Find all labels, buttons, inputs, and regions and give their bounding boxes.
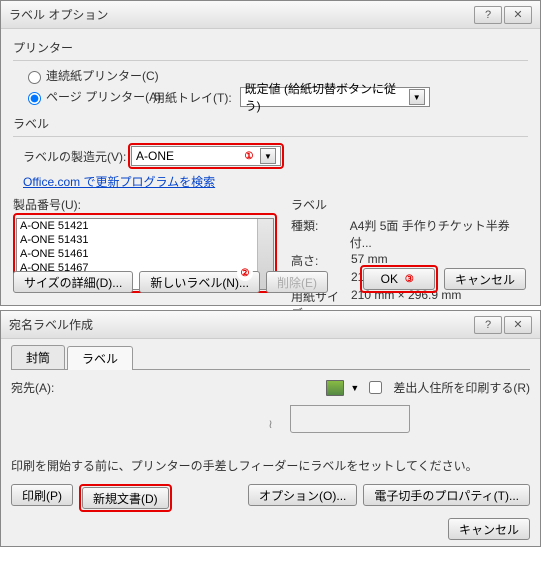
titlebar: ラベル オプション ? ✕ — [1, 1, 540, 29]
close-button[interactable]: ✕ — [504, 6, 532, 24]
update-link[interactable]: Office.com で更新プログラムを検索 — [23, 173, 215, 190]
badge-3: ③ — [401, 271, 417, 287]
snip-glyph: ≀ — [268, 417, 273, 431]
option-button[interactable]: オプション(O)... — [248, 484, 357, 506]
dialog-title: ラベル オプション — [9, 6, 474, 23]
preview-box — [290, 405, 410, 433]
list-item[interactable]: A-ONE 51461 — [17, 247, 273, 261]
dialog2-title: 宛名ラベル作成 — [9, 316, 474, 333]
estamp-button[interactable]: 電子切手のプロパティ(T)... — [363, 484, 530, 506]
label-group-label: ラベル — [13, 115, 528, 132]
address-book-icon[interactable] — [326, 380, 344, 396]
radio-continuous[interactable] — [28, 71, 41, 84]
info-title: ラベル — [291, 196, 528, 213]
tab-envelope[interactable]: 封筒 — [11, 345, 65, 369]
chevron-down-icon[interactable]: ▼ — [350, 383, 359, 393]
chevron-down-icon[interactable]: ▼ — [409, 89, 425, 105]
help-button[interactable]: ? — [474, 316, 502, 334]
sender-checkbox[interactable] — [369, 381, 382, 394]
cancel-button[interactable]: キャンセル — [444, 268, 526, 290]
printer-group-label: プリンター — [13, 39, 528, 56]
help-button[interactable]: ? — [474, 6, 502, 24]
instruction-text: 印刷を開始する前に、プリンターの手差しフィーダーにラベルをセットしてください。 — [11, 457, 530, 474]
tray-label: 用紙トレイ(T): — [153, 89, 232, 106]
vendor-combo[interactable]: A-ONE ① ▼ — [131, 146, 281, 166]
tray-value: 既定値 (給紙切替ボタンに従う) — [245, 80, 406, 114]
ok-label: OK — [381, 272, 398, 286]
tab-label[interactable]: ラベル — [67, 346, 133, 370]
info-kind-label: 種類: — [291, 217, 350, 251]
close-button[interactable]: ✕ — [504, 316, 532, 334]
print-button[interactable]: 印刷(P) — [11, 484, 73, 506]
vendor-value: A-ONE — [136, 149, 241, 163]
info-height-label: 高さ: — [291, 252, 351, 269]
titlebar: 宛名ラベル作成 ? ✕ — [1, 311, 540, 339]
tray-combo[interactable]: 既定値 (給紙切替ボタンに従う) ▼ — [240, 87, 430, 107]
vendor-label: ラベルの製造元(V): — [23, 148, 128, 165]
radio-page-label: ページ プリンター(A) — [46, 88, 161, 105]
badge-2: ② — [237, 265, 253, 281]
product-label: 製品番号(U): — [13, 198, 81, 212]
new-doc-button[interactable]: 新規文書(D) — [82, 487, 169, 509]
list-item[interactable]: A-ONE 51421 — [17, 219, 273, 233]
cancel-button[interactable]: キャンセル — [448, 518, 530, 540]
ok-button[interactable]: OK ③ — [363, 268, 435, 290]
radio-continuous-label: 連続紙プリンター(C) — [46, 67, 159, 84]
badge-1: ① — [241, 148, 257, 164]
addr-label: 宛先(A): — [11, 379, 54, 396]
radio-page[interactable] — [28, 92, 41, 105]
chevron-down-icon[interactable]: ▼ — [260, 148, 276, 164]
delete-button: 削除(E) — [266, 271, 328, 293]
size-detail-button[interactable]: サイズの詳細(D)... — [13, 271, 133, 293]
list-item[interactable]: A-ONE 51431 — [17, 233, 273, 247]
info-kind-value: A4判 5面 手作りチケット半券付... — [350, 217, 528, 251]
snip-indicator: ≀ — [11, 397, 530, 447]
sender-label: 差出人住所を印刷する(R) — [393, 379, 530, 396]
